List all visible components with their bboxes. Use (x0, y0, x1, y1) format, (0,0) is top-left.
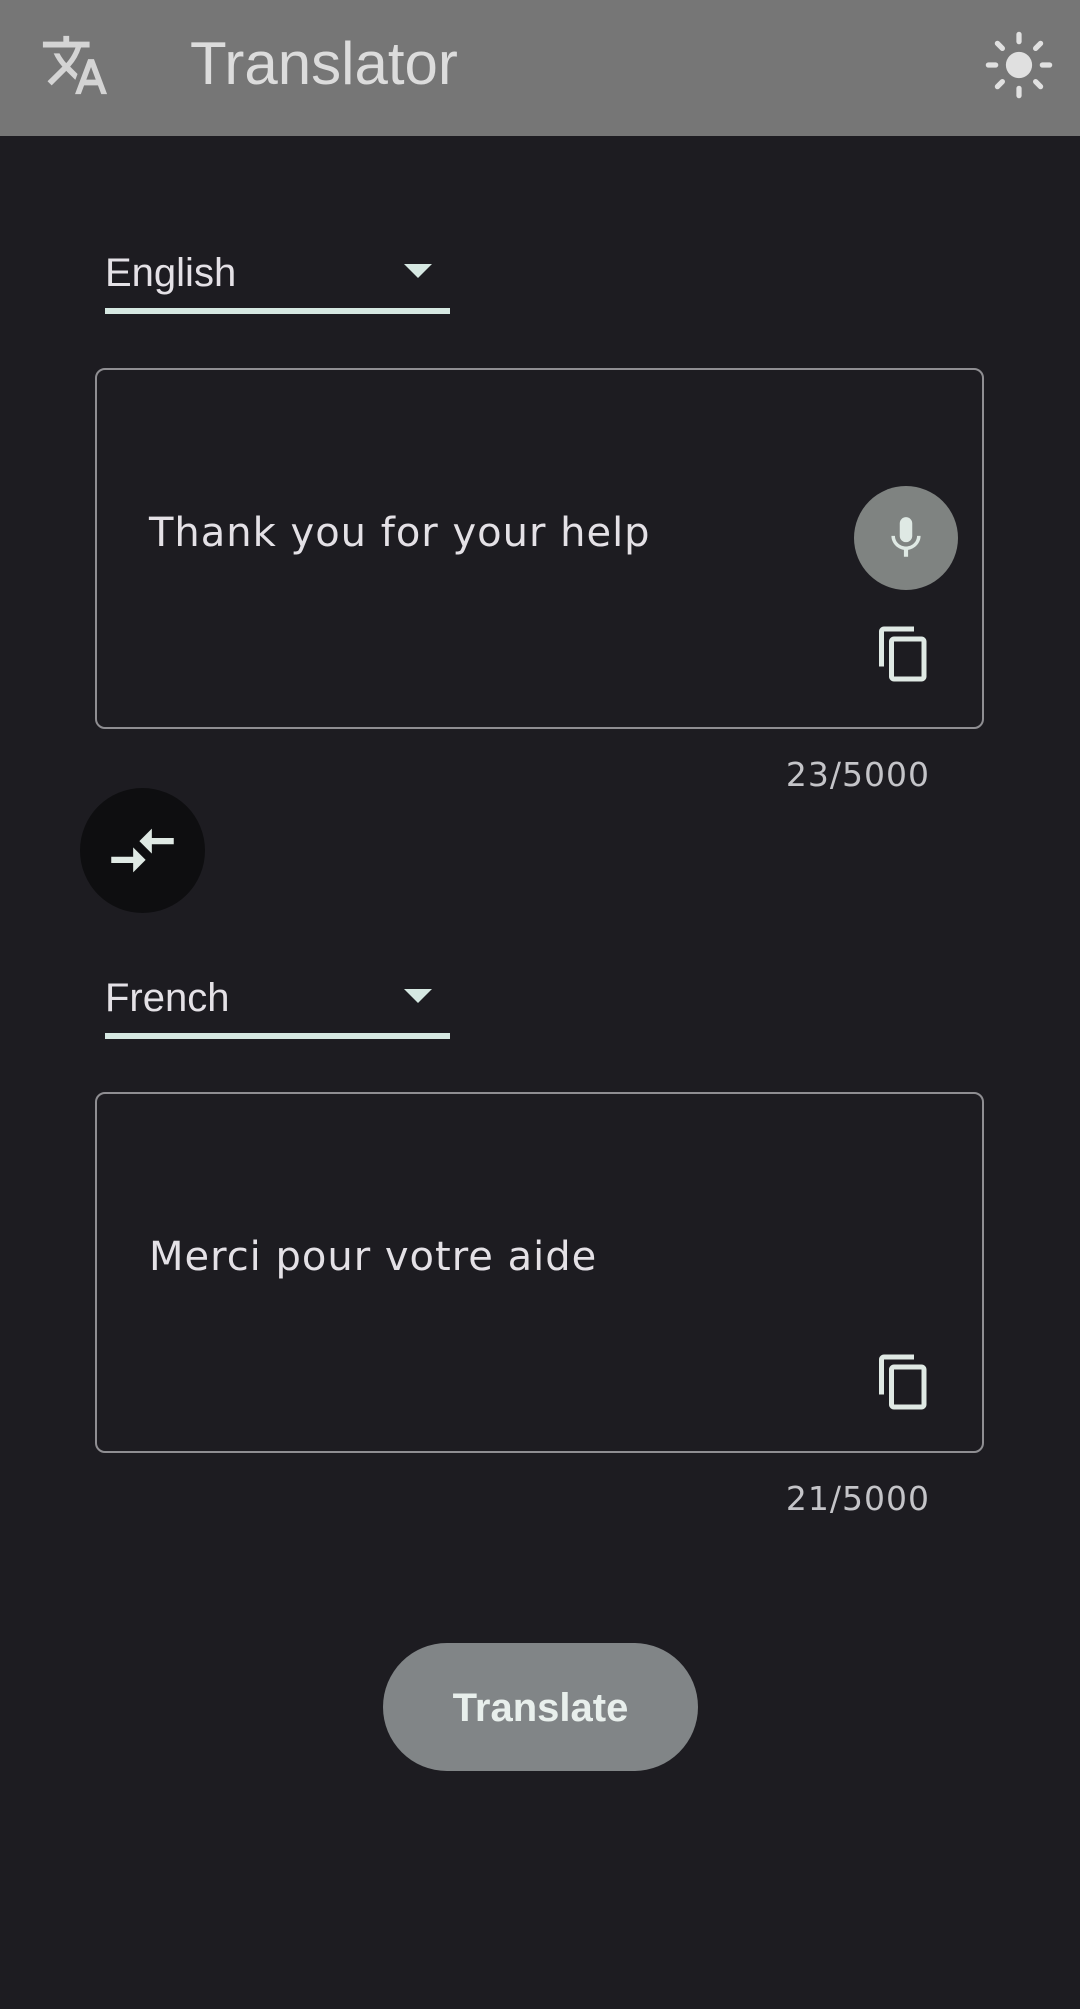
microphone-button[interactable] (854, 486, 958, 590)
target-text-output[interactable]: Merci pour votre aide (95, 1092, 984, 1453)
copy-icon (879, 626, 927, 682)
source-char-counter: 23/5000 (785, 755, 930, 794)
source-language-select[interactable]: English (105, 248, 450, 314)
app-title: Translator (190, 30, 458, 97)
translate-button[interactable]: Translate (383, 1643, 698, 1771)
target-text[interactable]: Merci pour votre aide (149, 1234, 597, 1280)
chevron-down-icon (404, 264, 432, 278)
source-text-input[interactable]: Thank you for your help (95, 368, 984, 729)
chevron-down-icon (404, 989, 432, 1003)
translate-icon (40, 30, 110, 100)
swap-arrows-icon (111, 828, 174, 873)
target-language-label: French (105, 976, 230, 1020)
source-text[interactable]: Thank you for your help (149, 510, 651, 556)
target-language-select[interactable]: French (105, 973, 450, 1039)
microphone-icon (891, 517, 921, 557)
copy-source-button[interactable] (874, 622, 934, 686)
sun-icon[interactable] (984, 30, 1054, 100)
copy-icon (879, 1354, 927, 1410)
swap-languages-button[interactable] (80, 788, 205, 913)
copy-target-button[interactable] (874, 1350, 934, 1414)
app-bar: Translator (0, 0, 1080, 136)
source-language-label: English (105, 251, 237, 295)
target-char-counter: 21/5000 (785, 1479, 930, 1518)
